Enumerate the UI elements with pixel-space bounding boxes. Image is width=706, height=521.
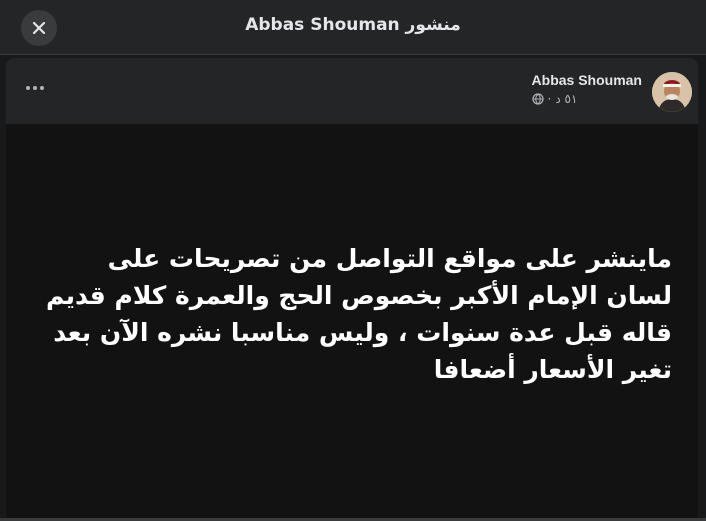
avatar[interactable] — [652, 72, 692, 112]
separator: · — [547, 92, 552, 106]
more-horizontal-icon — [26, 86, 44, 90]
post-body: ماينشر على مواقع التواصل من تصريحات على … — [6, 124, 698, 521]
globe-icon — [531, 93, 544, 105]
post-card: Abbas Shouman ٥١ د · ماينشر على مواقع ال… — [6, 58, 698, 521]
post-header: Abbas Shouman ٥١ د · — [6, 58, 698, 122]
author-name[interactable]: Abbas Shouman — [532, 72, 642, 88]
more-options-button[interactable] — [20, 76, 50, 100]
post-meta: ٥١ د · — [531, 92, 642, 106]
profile-photo-icon — [652, 72, 692, 112]
post-text: ماينشر على مواقع التواصل من تصريحات على … — [46, 244, 672, 384]
dialog-header: منشور Abbas Shouman — [0, 0, 706, 55]
post-time[interactable]: ٥١ د — [555, 92, 577, 106]
dialog-title: منشور Abbas Shouman — [245, 15, 461, 35]
author-block: Abbas Shouman ٥١ د · — [532, 72, 642, 106]
